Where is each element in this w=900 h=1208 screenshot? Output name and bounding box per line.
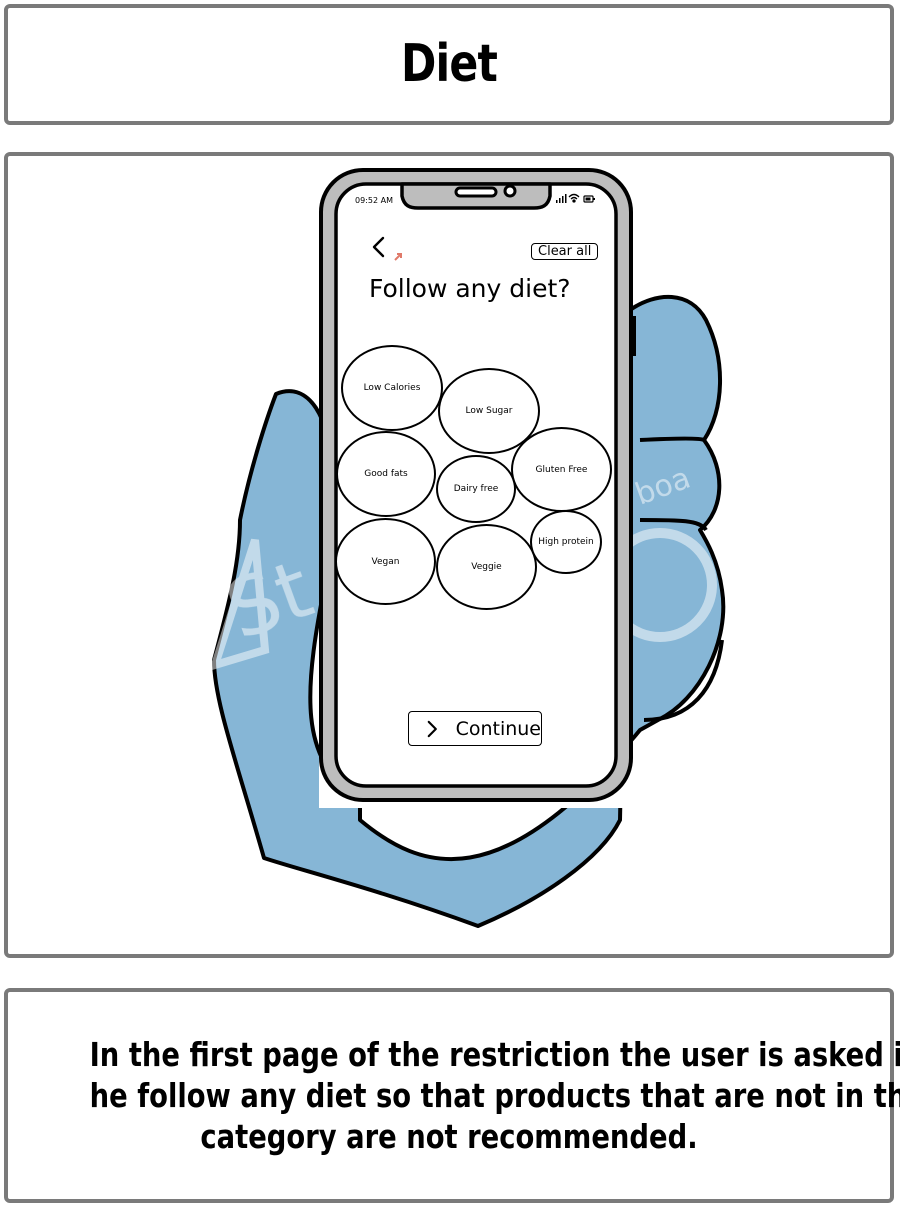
caption-line-3: category are not recommended. — [200, 1117, 698, 1156]
diet-option[interactable]: Veggie — [436, 524, 537, 610]
diet-option[interactable]: Dairy free — [436, 455, 516, 523]
diet-option-label: Gluten Free — [535, 464, 588, 475]
diet-option[interactable]: Gluten Free — [511, 427, 612, 512]
clear-all-button[interactable]: Clear all — [531, 243, 599, 260]
diet-option[interactable]: Good fats — [336, 431, 436, 517]
diet-option-label: Low Sugar — [465, 406, 513, 416]
speaker-grille — [454, 186, 498, 198]
diet-option-label: Low Calories — [363, 383, 421, 393]
diet-option-label: Vegan — [371, 556, 400, 567]
chevron-right-icon — [427, 720, 437, 737]
front-camera — [503, 184, 517, 198]
side-button — [631, 316, 636, 356]
diet-option[interactable]: Vegan — [335, 518, 436, 605]
diet-option-label: High protein — [538, 537, 594, 547]
caption-panel: In the first page of the restriction the… — [4, 988, 900, 1203]
caption-line-2: he follow any diet so that products that… — [89, 1076, 900, 1115]
continue-label: Continue — [455, 717, 541, 740]
caption-text: In the first page of the restriction the… — [89, 1034, 900, 1157]
status-time: 09:52 AM — [355, 196, 393, 205]
diet-option[interactable]: Low Calories — [341, 345, 443, 431]
screen-title: Follow any diet? — [369, 274, 571, 303]
diet-option-label: Good fats — [364, 469, 408, 479]
continue-button[interactable]: Continue — [408, 711, 542, 746]
diet-option-label: Veggie — [471, 562, 502, 572]
caption-line-1: In the first page of the restriction the… — [89, 1035, 900, 1074]
diet-option-label: Dairy free — [453, 484, 499, 494]
diet-option[interactable]: High protein — [530, 510, 602, 574]
